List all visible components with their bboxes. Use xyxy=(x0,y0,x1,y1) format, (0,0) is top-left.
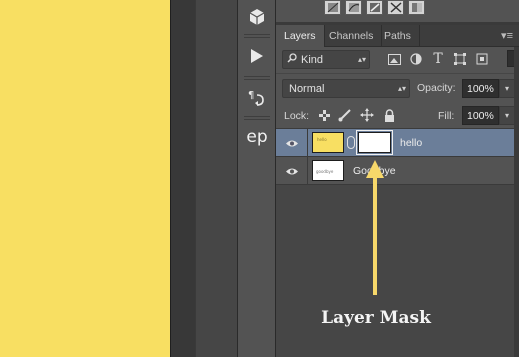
adjust-2-icon[interactable] xyxy=(345,0,362,15)
blend-mode-value: Normal xyxy=(289,82,325,95)
updown-arrows-icon: ▴▾ xyxy=(397,84,406,93)
updown-arrows-icon: ▴▾ xyxy=(357,55,366,64)
tab-channels[interactable]: Channels xyxy=(321,25,383,47)
annotation-arrow xyxy=(364,160,386,295)
adjustments-toolbar xyxy=(276,0,519,20)
blend-mode-row: Normal ▴▾ Opacity: 100% ▾ xyxy=(276,73,519,101)
lock-label: Lock: xyxy=(284,110,310,122)
panel-tabs: Layers Channels Paths ▾≡ xyxy=(276,25,519,47)
shape-filter-icon[interactable] xyxy=(452,51,468,67)
filter-kind-label: Kind xyxy=(301,53,324,66)
layer-mask-thumbnail[interactable] xyxy=(356,130,393,155)
visibility-eye-icon[interactable] xyxy=(276,129,308,157)
fill-label: Fill: xyxy=(438,110,455,122)
layer-row-goodbye[interactable]: goodbye Goodbye xyxy=(276,157,519,185)
character-panel-label: ep xyxy=(246,127,268,147)
visibility-eye-icon[interactable] xyxy=(276,157,308,185)
svg-text:goodbye: goodbye xyxy=(316,169,334,174)
play-icon[interactable] xyxy=(238,41,276,71)
panel-menu-icon[interactable]: ▾≡ xyxy=(501,29,513,42)
opacity-dropdown-button[interactable]: ▾ xyxy=(499,79,515,98)
panel-dock-gap xyxy=(195,0,237,357)
lock-pixels-brush-icon[interactable] xyxy=(338,108,352,122)
link-chain-icon[interactable] xyxy=(347,136,355,149)
layer-thumbnail[interactable]: hello xyxy=(312,132,344,153)
opacity-label: Opacity: xyxy=(417,82,456,94)
canvas-border xyxy=(170,0,195,357)
annotation-label: Layer Mask xyxy=(321,308,431,328)
paragraph-icon[interactable]: ¶ xyxy=(238,82,276,112)
adjustment-filter-icon[interactable] xyxy=(408,51,424,67)
layer-name-hello[interactable]: hello xyxy=(400,137,422,149)
smart-object-filter-icon[interactable] xyxy=(474,51,490,67)
blend-mode-select[interactable]: Normal ▴▾ xyxy=(282,79,410,98)
document-canvas[interactable] xyxy=(0,0,170,357)
lock-transparency-icon[interactable] xyxy=(317,108,331,122)
adjust-1-icon[interactable] xyxy=(324,0,341,15)
fill-field[interactable]: 100% xyxy=(462,106,499,125)
svg-text:¶: ¶ xyxy=(248,90,254,101)
strip-separator xyxy=(244,76,270,80)
adjust-5-icon[interactable] xyxy=(408,0,425,15)
panel-scrollbar[interactable] xyxy=(514,47,519,357)
adjust-4-icon[interactable] xyxy=(387,0,404,15)
character-panel-button[interactable]: ep xyxy=(238,122,276,152)
strip-separator xyxy=(244,34,270,38)
svg-text:hello: hello xyxy=(317,137,327,142)
tab-layers[interactable]: Layers xyxy=(276,25,325,47)
lock-position-move-icon[interactable] xyxy=(360,108,374,122)
opacity-field[interactable]: 100% xyxy=(462,79,499,98)
image-filter-icon[interactable] xyxy=(386,51,402,67)
layers-panel-group: Layers Channels Paths ▾≡ Kind ▴▾ T Norma… xyxy=(276,0,519,357)
filter-kind-select[interactable]: Kind ▴▾ xyxy=(282,50,370,69)
lock-all-padlock-icon[interactable] xyxy=(382,108,396,122)
lock-row: Lock: Fill: 100% ▾ xyxy=(276,101,519,129)
text-filter-icon[interactable]: T xyxy=(430,51,446,67)
layer-thumbnail[interactable]: goodbye xyxy=(312,160,344,181)
layer-row-hello[interactable]: hello hello xyxy=(276,129,519,157)
collapsed-panel-strip: ¶ ep xyxy=(237,0,276,357)
adjust-3-icon[interactable] xyxy=(366,0,383,15)
tab-paths[interactable]: Paths xyxy=(376,25,420,47)
strip-separator xyxy=(244,116,270,120)
cube-icon[interactable] xyxy=(238,2,276,32)
fill-dropdown-button[interactable]: ▾ xyxy=(499,106,515,125)
filter-row: Kind ▴▾ T xyxy=(276,47,519,73)
search-icon xyxy=(287,53,297,66)
